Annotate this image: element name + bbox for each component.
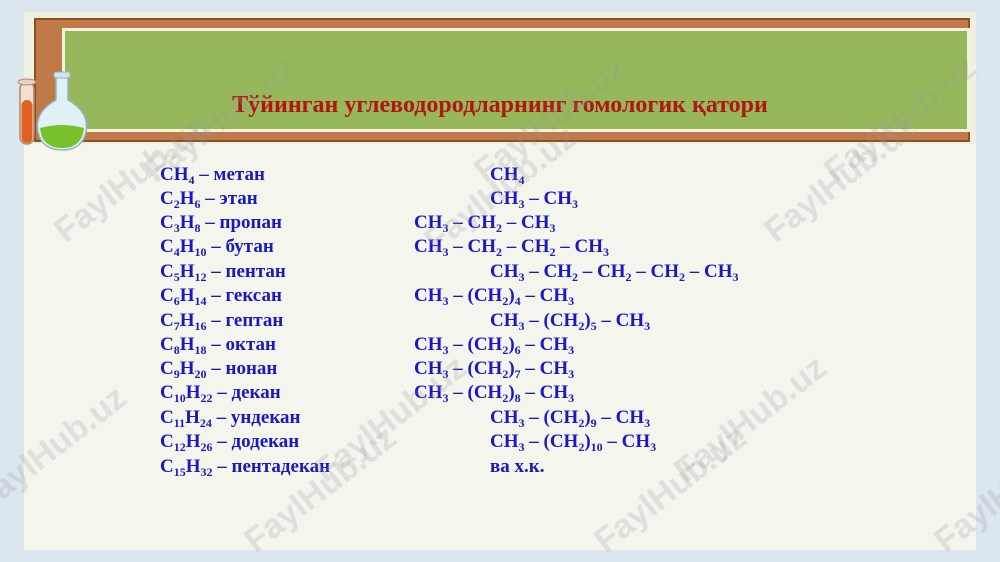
structural-formula-row: CH3 – (CH2)8 – CH3 <box>414 382 575 405</box>
alkane-name-row: C7H16 – гептан <box>160 310 284 333</box>
alkane-name-row: C4H10 – бутан <box>160 236 274 259</box>
slide: Тўйинган углеводородларнинг гомологик қа… <box>0 0 1000 562</box>
structural-formula-row: CH3 – (CH2)6 – CH3 <box>414 334 575 357</box>
alkane-name-row: CH4 – метан <box>160 164 265 187</box>
alkane-name-row: C5H12 – пентан <box>160 261 286 284</box>
alkane-name-row: C11H24 – ундекан <box>160 407 301 430</box>
structural-formula-row: CH3 – (CH2)5 – CH3 <box>490 310 651 333</box>
structural-formula-row: CH3 – CH3 <box>490 188 578 211</box>
structural-formula-row: CH3 – (CH2)10 – CH3 <box>490 431 657 454</box>
structural-formula-row: CH4 <box>490 164 525 187</box>
structural-formula-row: CH3 – CH2 – CH3 <box>414 212 556 235</box>
alkane-name-row: C6H14 – гексан <box>160 285 282 308</box>
structural-formula-row: CH3 – (CH2)9 – CH3 <box>490 407 651 430</box>
structural-formula-row: CH3 – CH2 – CH2 – CH3 <box>414 236 609 259</box>
alkane-name-row: C9H20 – нонан <box>160 358 278 381</box>
structural-formula-row: CH3 – CH2 – CH2 – CH2 – CH3 <box>490 261 739 284</box>
alkane-name-row: C3H8 – пропан <box>160 212 282 235</box>
alkane-name-row: C15H32 – пентадекан <box>160 456 331 479</box>
slide-title: Тўйинган углеводородларнинг гомологик қа… <box>232 92 768 118</box>
alkane-name-row: C10H22 – декан <box>160 382 281 405</box>
alkane-name-row: C8H18 – октан <box>160 334 276 357</box>
alkane-name-row: C2H6 – этан <box>160 188 258 211</box>
structural-formula-row: CH3 – (CH2)4 – CH3 <box>414 285 575 308</box>
alkane-name-row: C12H26 – додекан <box>160 431 300 454</box>
structural-formula-row: CH3 – (CH2)7 – CH3 <box>414 358 575 381</box>
structural-formula-row: ва х.к. <box>490 456 545 477</box>
